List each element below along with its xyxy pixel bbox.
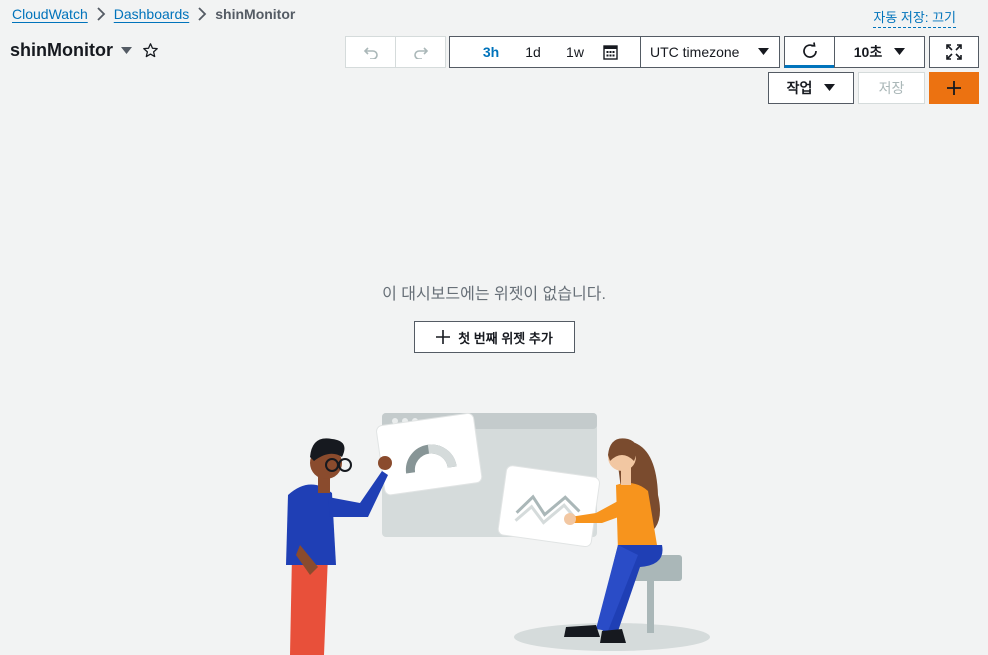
star-icon[interactable] bbox=[142, 42, 159, 59]
calendar-icon[interactable] bbox=[603, 44, 618, 60]
timezone-label: UTC timezone bbox=[650, 44, 740, 60]
refresh-button[interactable] bbox=[784, 36, 835, 68]
caret-down-icon bbox=[824, 84, 836, 92]
breadcrumb-current: shinMonitor bbox=[215, 6, 296, 22]
caret-down-icon bbox=[758, 48, 769, 56]
refresh-interval-label: 10초 bbox=[853, 44, 883, 60]
caret-down-icon bbox=[894, 48, 906, 56]
actions-label: 작업 bbox=[786, 80, 813, 96]
empty-state-message: 이 대시보드에는 위젯이 없습니다. bbox=[382, 286, 606, 303]
save-label: 저장 bbox=[878, 80, 905, 96]
caret-down-icon[interactable] bbox=[120, 46, 132, 55]
autosave-toggle[interactable]: 자동 저장: 끄기 bbox=[873, 7, 956, 28]
redo-icon bbox=[413, 45, 429, 59]
undo-icon bbox=[363, 45, 379, 59]
fullscreen-icon bbox=[946, 44, 962, 60]
range-1d[interactable]: 1d bbox=[512, 44, 554, 60]
actions-dropdown[interactable]: 작업 bbox=[768, 72, 854, 104]
empty-dashboard-illustration bbox=[286, 412, 710, 655]
page-title: shinMonitor bbox=[10, 40, 113, 60]
plus-icon bbox=[946, 80, 962, 96]
add-first-widget-button[interactable]: 첫 번째 위젯 추가 bbox=[414, 321, 575, 353]
add-first-widget-label: 첫 번째 위젯 추가 bbox=[458, 330, 553, 346]
undo-button[interactable] bbox=[345, 36, 396, 68]
refresh-icon bbox=[801, 42, 819, 60]
breadcrumb-dashboards-link[interactable]: Dashboards bbox=[114, 6, 190, 22]
time-range-selector: 3h 1d 1w bbox=[449, 36, 641, 68]
add-widget-button[interactable] bbox=[929, 72, 979, 104]
timezone-select[interactable]: UTC timezone bbox=[640, 36, 780, 68]
dashboard-page: CloudWatch Dashboards shinMonitor 자동 저장:… bbox=[0, 0, 988, 655]
breadcrumb: CloudWatch Dashboards shinMonitor bbox=[12, 6, 295, 22]
range-3h[interactable]: 3h bbox=[470, 44, 512, 60]
fullscreen-button[interactable] bbox=[929, 36, 979, 68]
breadcrumb-cloudwatch-link[interactable]: CloudWatch bbox=[12, 6, 88, 22]
refresh-interval-select[interactable]: 10초 bbox=[834, 36, 925, 68]
save-button[interactable]: 저장 bbox=[858, 72, 925, 104]
plus-icon bbox=[436, 330, 451, 344]
chevron-right-icon bbox=[189, 7, 215, 21]
title-row: shinMonitor bbox=[10, 40, 159, 61]
chevron-right-icon bbox=[88, 7, 114, 21]
range-1w[interactable]: 1w bbox=[554, 44, 596, 60]
redo-button[interactable] bbox=[395, 36, 446, 68]
